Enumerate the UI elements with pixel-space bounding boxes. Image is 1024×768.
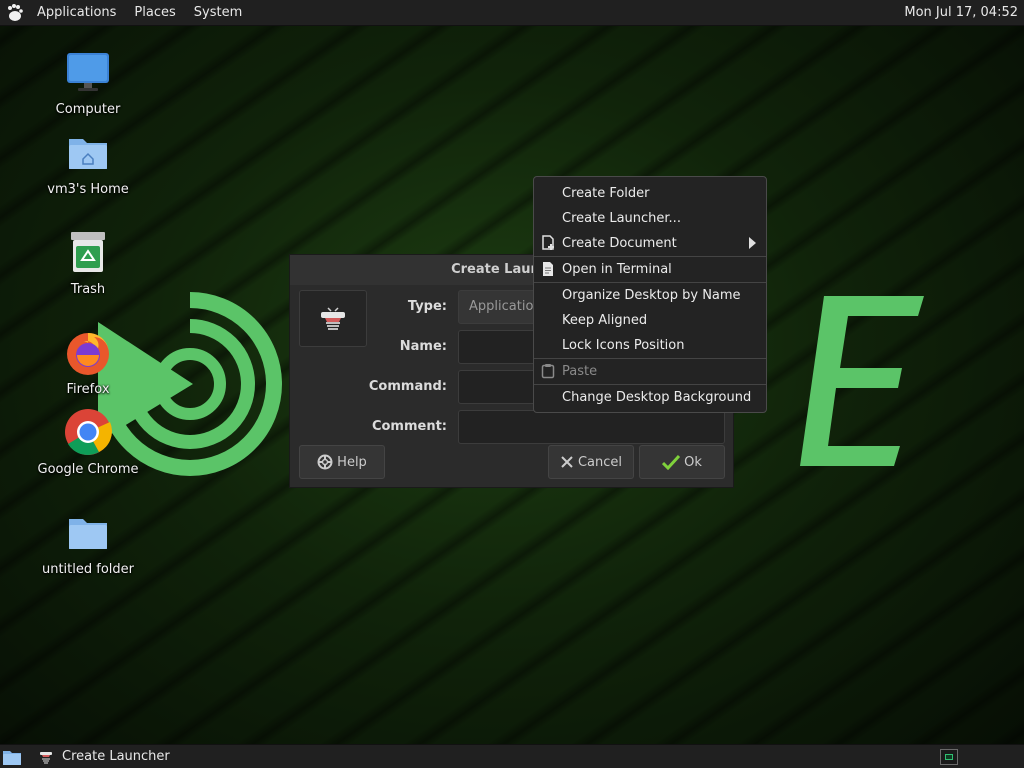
desktop-icon-firefox[interactable]: Firefox bbox=[28, 328, 148, 397]
cancel-button-label: Cancel bbox=[577, 454, 623, 470]
ok-button[interactable]: Ok bbox=[639, 445, 725, 479]
command-label: Command: bbox=[368, 379, 447, 394]
desktop-icon-label: Google Chrome bbox=[37, 462, 139, 477]
desktop-icon-trash[interactable]: Trash bbox=[28, 228, 148, 297]
menu-item-organize-desktop[interactable]: Organize Desktop by Name bbox=[534, 283, 766, 308]
desktop-icon-label: untitled folder bbox=[41, 562, 134, 577]
type-label: Type: bbox=[407, 299, 447, 314]
menu-item-label: Create Folder bbox=[562, 186, 650, 201]
help-button[interactable]: Help bbox=[299, 445, 385, 479]
computer-icon bbox=[64, 48, 112, 96]
trash-icon bbox=[64, 228, 112, 276]
menu-item-label: Create Document bbox=[562, 236, 677, 251]
comment-label: Comment: bbox=[371, 419, 447, 434]
desktop-context-menu: Create Folder Create Launcher... Create … bbox=[533, 176, 767, 413]
comment-input[interactable] bbox=[458, 410, 725, 444]
menu-item-label: Create Launcher... bbox=[562, 211, 681, 226]
name-label: Name: bbox=[399, 339, 447, 354]
desktop-icon-chrome[interactable]: Google Chrome bbox=[28, 408, 148, 477]
menu-item-create-document[interactable]: Create Document bbox=[534, 231, 766, 256]
launcher-spring-icon bbox=[40, 751, 52, 764]
show-desktop-button[interactable] bbox=[0, 745, 24, 768]
ok-button-label: Ok bbox=[684, 454, 702, 470]
clock[interactable]: Mon Jul 17, 04:52 bbox=[904, 0, 1018, 26]
top-panel-menus: Applications Places System bbox=[0, 0, 251, 25]
desktop-icon-computer[interactable]: Computer bbox=[28, 48, 148, 117]
menu-item-paste: Paste bbox=[534, 359, 766, 384]
ok-check-icon bbox=[662, 454, 681, 470]
menu-item-create-launcher[interactable]: Create Launcher... bbox=[534, 206, 766, 231]
desktop-icon-label: Computer bbox=[55, 102, 121, 117]
system-menu[interactable]: System bbox=[185, 0, 251, 26]
chrome-icon bbox=[64, 408, 112, 456]
desktop-icon-label: vm3's Home bbox=[47, 182, 129, 197]
menu-item-label: Paste bbox=[562, 364, 598, 379]
applications-menu[interactable]: Applications bbox=[28, 0, 125, 26]
menu-item-open-terminal[interactable]: Open in Terminal bbox=[534, 257, 766, 282]
menu-item-lock-icons[interactable]: Lock Icons Position bbox=[534, 333, 766, 358]
cancel-x-icon bbox=[561, 456, 573, 468]
menu-item-label: Keep Aligned bbox=[562, 313, 648, 328]
desktop-icon-label: Trash bbox=[70, 282, 106, 297]
submenu-arrow-icon bbox=[749, 237, 756, 249]
mate-logo-letter bbox=[800, 296, 924, 466]
desktop-icon-home[interactable]: vm3's Home bbox=[28, 128, 148, 197]
menu-item-label: Lock Icons Position bbox=[562, 338, 685, 353]
menu-item-label: Organize Desktop by Name bbox=[562, 288, 741, 303]
taskbar-item-label: Create Launcher bbox=[62, 749, 170, 764]
cancel-button[interactable]: Cancel bbox=[548, 445, 634, 479]
home-folder-icon bbox=[64, 128, 112, 176]
help-lifebuoy-icon bbox=[317, 454, 333, 470]
bottom-panel: Create Launcher bbox=[0, 744, 1024, 768]
places-menu[interactable]: Places bbox=[125, 0, 184, 26]
new-document-icon bbox=[542, 235, 554, 250]
mate-foot-icon[interactable] bbox=[0, 0, 28, 26]
menu-item-keep-aligned[interactable]: Keep Aligned bbox=[534, 308, 766, 333]
folder-icon bbox=[64, 508, 112, 556]
top-panel: Applications Places System Mon Jul 17, 0… bbox=[0, 0, 1024, 26]
workspace-switcher[interactable] bbox=[940, 749, 958, 765]
menu-item-create-folder[interactable]: Create Folder bbox=[534, 181, 766, 206]
desktop-icon-untitled-folder[interactable]: untitled folder bbox=[28, 508, 148, 577]
taskbar-item-create-launcher[interactable]: Create Launcher bbox=[24, 745, 170, 768]
desktop-icon-label: Firefox bbox=[66, 382, 110, 397]
menu-item-label: Open in Terminal bbox=[562, 262, 672, 277]
menu-item-label: Change Desktop Background bbox=[562, 390, 752, 405]
workspace-active-indicator bbox=[945, 754, 953, 760]
help-button-label: Help bbox=[337, 454, 367, 470]
terminal-document-icon bbox=[543, 262, 553, 276]
clipboard-icon bbox=[541, 364, 555, 379]
show-desktop-icon bbox=[3, 750, 21, 765]
firefox-icon bbox=[64, 328, 112, 376]
menu-item-change-background[interactable]: Change Desktop Background bbox=[534, 385, 766, 410]
